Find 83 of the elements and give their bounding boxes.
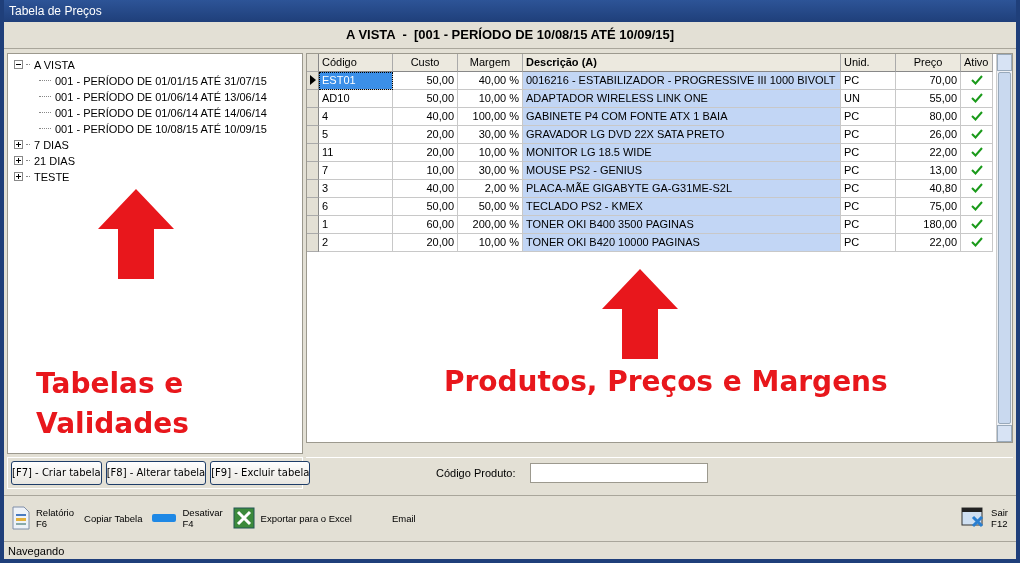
table-cell: PC <box>841 197 896 216</box>
table-cell: PC <box>841 179 896 198</box>
tree-item[interactable]: 001 - PERÍODO DE 10/08/15 ATÉ 10/09/15 <box>54 122 268 135</box>
table-cell: 4 <box>319 107 393 126</box>
toolbar-button[interactable]: Exportar para o Excel <box>232 507 352 530</box>
bar-icon <box>152 514 177 523</box>
annotation-text: Tabelas e Validades <box>36 365 190 442</box>
collapse-icon[interactable] <box>14 60 23 70</box>
toolbar-button[interactable]: Email <box>391 512 416 524</box>
table-cell: 22,00 <box>896 143 961 162</box>
table-cell: PC <box>841 215 896 234</box>
table-cell: PC <box>841 143 896 162</box>
scrollbar[interactable] <box>996 53 1012 442</box>
column-header[interactable]: Margem <box>458 53 523 72</box>
table-cell: 6 <box>319 197 393 216</box>
toolbar-button[interactable]: Relatório F6 <box>12 506 75 531</box>
expand-icon[interactable] <box>14 172 23 182</box>
document-icon <box>12 506 30 531</box>
tree-item[interactable]: 001 - PERÍODO DE 01/06/14 ATÉ 14/06/14 <box>54 106 268 119</box>
expand-icon[interactable] <box>14 140 23 150</box>
column-header[interactable]: Preço <box>896 53 961 72</box>
table-cell: 2 <box>319 233 393 252</box>
table-cell: 3 <box>319 179 393 198</box>
table-cell: PC <box>841 233 896 252</box>
table-cell: 7 <box>319 161 393 180</box>
table-button[interactable]: [F9] - Excluir tabela <box>210 460 311 485</box>
column-header[interactable]: Custo <box>393 53 458 72</box>
table-cell: 20,00 <box>393 125 458 144</box>
table-cell: PC <box>841 125 896 144</box>
table-cell: 1 <box>319 215 393 234</box>
table-cell: 50,00 <box>393 197 458 216</box>
table-cell: 70,00 <box>896 71 961 90</box>
table-cell: 80,00 <box>896 107 961 126</box>
table-title: A VISTA - [001 - PERÍODO DE 10/08/15 ATÉ 10/09/15] <box>4 22 1016 49</box>
window-title: Tabela de Preços <box>4 0 1016 22</box>
window-close-icon <box>961 507 986 530</box>
tree-item[interactable]: 21 DIAS <box>33 154 76 167</box>
table-cell: PC <box>841 71 896 90</box>
product-code-field[interactable] <box>529 463 708 484</box>
column-header[interactable]: Descrição (A) <box>523 53 841 72</box>
table-cell: 50,00 <box>393 71 458 90</box>
table-cell: 55,00 <box>896 89 961 108</box>
toolbar-button[interactable]: Copiar Tabela <box>84 512 143 524</box>
toolbar-button[interactable]: Sair F12 <box>961 507 1008 530</box>
table-cell: 180,00 <box>896 215 961 234</box>
row-pointer-icon <box>309 75 316 86</box>
column-header[interactable]: Ativo <box>961 53 993 72</box>
tree-item[interactable]: TESTE <box>33 170 71 183</box>
table-cell: 20,00 <box>393 233 458 252</box>
table-cell: 60,00 <box>393 215 458 234</box>
table-cell: PC <box>841 161 896 180</box>
table-button[interactable]: [F8] - Alterar tabela <box>105 460 207 485</box>
table-cell: 40,80 <box>896 179 961 198</box>
table-cell: 40,00 <box>393 179 458 198</box>
table-cell: 11 <box>319 143 393 162</box>
row-header <box>307 53 319 72</box>
field-label: Código Produto: <box>436 467 516 480</box>
table-cell: AD10 <box>319 89 393 108</box>
column-header[interactable]: Unid. <box>841 53 896 72</box>
tree-item[interactable]: 001 - PERÍODO DE 01/01/15 ATÉ 31/07/15 <box>54 74 268 87</box>
table-cell: 13,00 <box>896 161 961 180</box>
expand-icon[interactable] <box>14 156 23 166</box>
column-header[interactable]: Código <box>319 53 393 72</box>
toolbar-button[interactable]: Desativar F4 <box>152 507 223 530</box>
table-cell: 5 <box>319 125 393 144</box>
spreadsheet-icon <box>232 507 255 530</box>
table-cell: 10,00 <box>393 161 458 180</box>
table-cell: 75,00 <box>896 197 961 216</box>
table-button[interactable]: [F7] - Criar tabela <box>11 460 102 485</box>
tree-item[interactable]: 001 - PERÍODO DE 01/06/14 ATÉ 13/06/14 <box>54 90 268 103</box>
status-bar: Navegando <box>4 541 1016 559</box>
annotation-text: Produtos, Preços e Margens <box>444 363 888 400</box>
tree-item[interactable]: A VISTA <box>33 58 76 71</box>
table-cell: 40,00 <box>393 107 458 126</box>
table-cell: 20,00 <box>393 143 458 162</box>
table-cell: 26,00 <box>896 125 961 144</box>
arrow-icon <box>602 268 678 359</box>
arrow-icon <box>98 188 174 279</box>
table-cell: 50,00 <box>393 89 458 108</box>
table-cell: 22,00 <box>896 233 961 252</box>
table-cell: PC <box>841 107 896 126</box>
tree-item[interactable]: 7 DIAS <box>33 138 70 151</box>
table-cell: UN <box>841 89 896 108</box>
